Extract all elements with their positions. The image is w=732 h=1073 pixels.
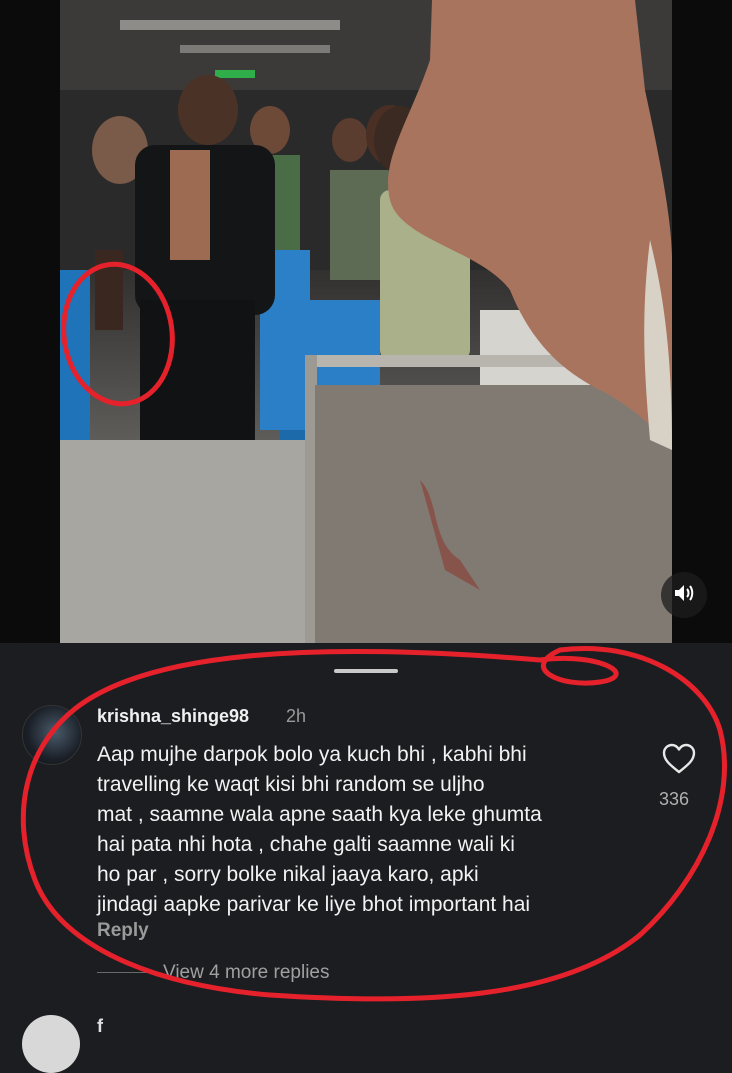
- drag-handle[interactable]: [334, 669, 398, 673]
- like-count: 336: [659, 789, 690, 809]
- mute-button[interactable]: [661, 572, 707, 618]
- video-player[interactable]: [0, 0, 732, 643]
- avatar[interactable]: [22, 705, 82, 765]
- speaker-muted-icon: [672, 581, 696, 610]
- reply-button[interactable]: Reply: [97, 920, 149, 942]
- comment-text: Aap mujhe darpok bolo ya kuch bhi , kabh…: [97, 743, 542, 916]
- view-replies-button[interactable]: View 4 more replies: [163, 962, 330, 984]
- replies-divider: [97, 972, 155, 973]
- next-comment-username[interactable]: f: [97, 1016, 103, 1037]
- heart-icon: [662, 743, 696, 779]
- like-button[interactable]: [662, 743, 696, 775]
- video-frame: [60, 0, 672, 643]
- comment-time: 2h: [286, 706, 307, 726]
- comments-sheet: krishna_shinge98 2h Aap mujhe darpok bol…: [0, 643, 732, 1073]
- comment-username[interactable]: krishna_shinge98: [97, 706, 249, 727]
